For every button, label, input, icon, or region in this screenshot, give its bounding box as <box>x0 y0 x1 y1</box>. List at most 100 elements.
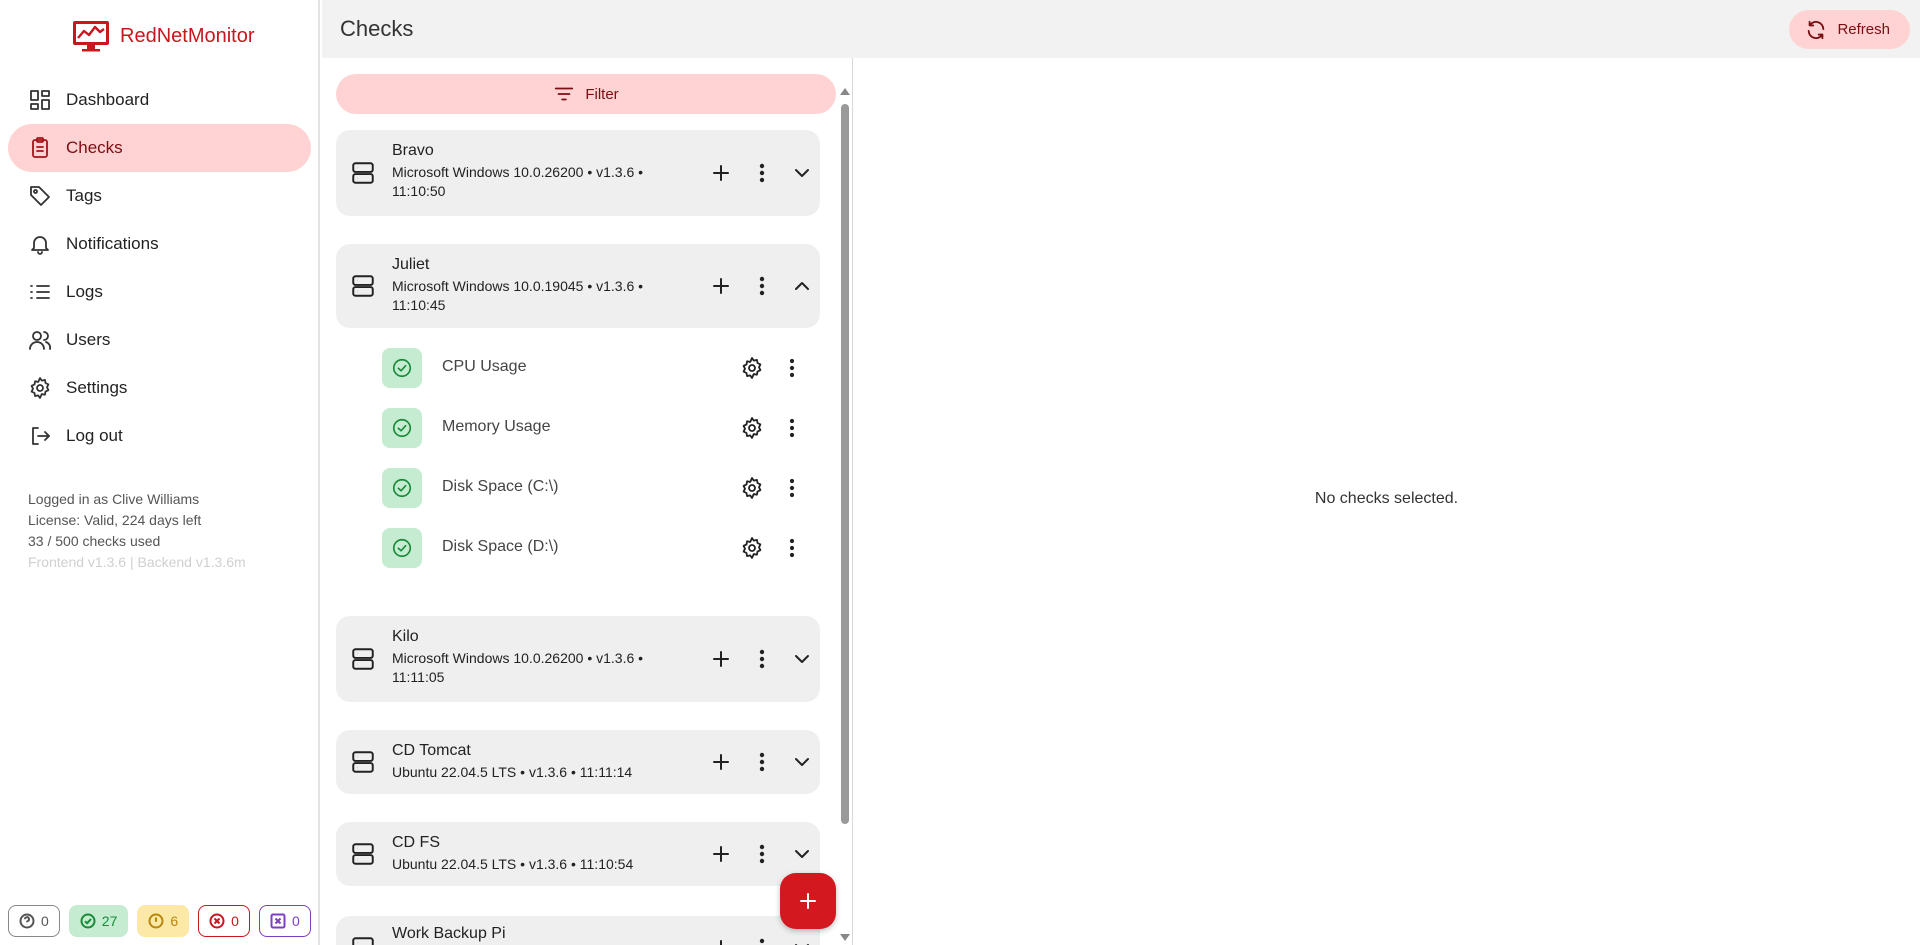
expand-button[interactable] <box>789 841 815 867</box>
add-check-button[interactable] <box>708 273 734 299</box>
check-menu-button[interactable] <box>779 355 805 381</box>
host-meta: Microsoft Windows 10.0.26200 • v1.3.6 • … <box>392 650 644 685</box>
host-name: CD Tomcat <box>392 742 471 759</box>
status-badge-unknown[interactable]: 0 <box>8 905 60 937</box>
add-check-button[interactable] <box>708 749 734 775</box>
bell-icon <box>31 236 49 255</box>
more-vertical-icon <box>759 938 765 944</box>
tag-icon <box>30 186 50 206</box>
host-card-cd-tomcat[interactable]: CD Tomcat Ubuntu 22.04.5 LTS • v1.3.6 • … <box>336 730 820 794</box>
logout-icon <box>32 427 50 445</box>
gear-icon <box>742 357 762 379</box>
gear-icon <box>30 377 50 399</box>
add-check-button[interactable] <box>708 935 734 945</box>
page-title: Checks <box>340 16 414 41</box>
check-settings-button[interactable] <box>739 475 765 501</box>
check-row-disk-c[interactable]: Disk Space (C:\) <box>382 466 822 510</box>
nav-item-checks[interactable]: Checks <box>8 124 311 172</box>
check-settings-button[interactable] <box>739 355 765 381</box>
session-info: Logged in as Clive Williams License: Val… <box>28 489 246 573</box>
question-icon <box>19 913 35 929</box>
chevron-up-icon <box>795 282 809 290</box>
plus-icon <box>713 846 729 862</box>
list-scrollbar[interactable] <box>838 88 852 945</box>
host-meta: Ubuntu 22.04.5 LTS • v1.3.6 • 11:10:54 <box>392 856 634 872</box>
gear-icon <box>742 477 762 499</box>
check-settings-button[interactable] <box>739 535 765 561</box>
gear-icon <box>742 537 762 559</box>
status-ok-indicator <box>382 348 422 388</box>
filter-label: Filter <box>585 85 619 103</box>
app-logo[interactable]: RedNetMonitor <box>72 20 255 52</box>
add-check-button[interactable] <box>708 841 734 867</box>
host-menu-button[interactable] <box>749 273 775 299</box>
app-name: RedNetMonitor <box>120 24 255 47</box>
nav-label: Notifications <box>66 234 159 253</box>
host-meta: Microsoft Windows 10.0.19045 • v1.3.6 • … <box>392 278 644 313</box>
sidebar: RedNetMonitor Dashboard Checks Tags Noti… <box>0 0 320 945</box>
host-card-kilo[interactable]: Kilo Microsoft Windows 10.0.26200 • v1.3… <box>336 616 820 702</box>
expand-button[interactable] <box>789 935 815 945</box>
nav-item-logs[interactable]: Logs <box>8 268 311 316</box>
expand-button[interactable] <box>789 160 815 186</box>
nav-item-users[interactable]: Users <box>8 316 311 364</box>
nav-item-settings[interactable]: Settings <box>8 364 311 412</box>
host-menu-button[interactable] <box>749 646 775 672</box>
scroll-up-arrow[interactable] <box>840 88 850 95</box>
host-name: Bravo <box>392 142 434 159</box>
refresh-button[interactable]: Refresh <box>1789 10 1910 49</box>
scroll-thumb[interactable] <box>841 104 849 824</box>
more-vertical-icon <box>789 418 795 438</box>
host-menu-button[interactable] <box>749 841 775 867</box>
check-circle-icon <box>80 913 96 929</box>
chevron-down-icon <box>795 655 809 663</box>
check-row-disk-d[interactable]: Disk Space (D:\) <box>382 526 822 570</box>
status-badge-warning[interactable]: 6 <box>137 905 190 937</box>
nav-item-tags[interactable]: Tags <box>8 172 311 220</box>
host-menu-button[interactable] <box>749 160 775 186</box>
check-menu-button[interactable] <box>779 475 805 501</box>
add-host-fab[interactable] <box>780 873 836 929</box>
chevron-down-icon <box>795 944 809 945</box>
check-menu-button[interactable] <box>779 535 805 561</box>
add-check-button[interactable] <box>708 646 734 672</box>
nav-label: Users <box>66 330 111 349</box>
host-name: Kilo <box>392 628 419 645</box>
host-card-bravo[interactable]: Bravo Microsoft Windows 10.0.26200 • v1.… <box>336 130 820 216</box>
status-count: 27 <box>101 913 118 929</box>
check-name: Disk Space (D:\) <box>442 538 559 555</box>
host-card-juliet[interactable]: Juliet Microsoft Windows 10.0.19045 • v1… <box>336 244 820 328</box>
nav-item-notifications[interactable]: Notifications <box>8 220 311 268</box>
top-header: Checks Refresh <box>322 0 1920 58</box>
logged-in-text: Logged in as Clive Williams <box>28 491 200 507</box>
scroll-down-arrow[interactable] <box>840 934 850 941</box>
expand-button[interactable] <box>789 646 815 672</box>
add-check-button[interactable] <box>708 160 734 186</box>
plus-icon <box>720 940 722 945</box>
check-row-cpu[interactable]: CPU Usage <box>382 346 822 390</box>
host-card-cd-fs[interactable]: CD FS Ubuntu 22.04.5 LTS • v1.3.6 • 11:1… <box>336 822 820 886</box>
filter-button[interactable]: Filter <box>336 74 836 114</box>
server-icon <box>350 749 376 775</box>
plus-icon <box>713 165 729 181</box>
main-nav: Dashboard Checks Tags Notifications Logs… <box>8 76 311 460</box>
check-name: Disk Space (C:\) <box>442 478 559 495</box>
check-settings-button[interactable] <box>739 415 765 441</box>
more-vertical-icon <box>789 538 795 558</box>
nav-item-dashboard[interactable]: Dashboard <box>8 76 311 124</box>
collapse-button[interactable] <box>789 273 815 299</box>
expand-button[interactable] <box>789 749 815 775</box>
check-menu-button[interactable] <box>779 415 805 441</box>
more-vertical-icon <box>759 276 765 296</box>
status-badge-critical[interactable]: 0 <box>198 905 250 937</box>
status-badge-error[interactable]: 0 <box>258 905 311 937</box>
check-row-memory[interactable]: Memory Usage <box>382 406 822 450</box>
status-badge-ok[interactable]: 27 <box>68 905 129 937</box>
nav-item-logout[interactable]: Log out <box>8 412 311 460</box>
host-menu-button[interactable] <box>749 749 775 775</box>
check-circle-icon <box>392 538 412 558</box>
host-card-work-backup-pi[interactable]: Work Backup Pi <box>336 916 820 945</box>
host-menu-button[interactable] <box>749 935 775 945</box>
server-icon <box>350 646 376 672</box>
status-count: 6 <box>170 913 179 929</box>
